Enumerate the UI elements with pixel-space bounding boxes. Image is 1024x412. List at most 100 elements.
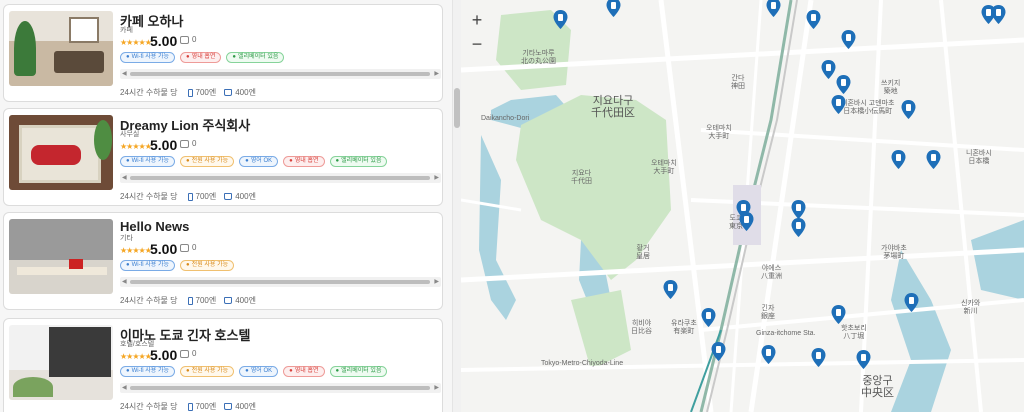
location-pin-icon[interactable]	[711, 342, 726, 361]
wifi-icon: ●	[126, 158, 130, 164]
storage-hours: 24시간 수하물 당	[120, 192, 178, 201]
location-pin-icon[interactable]	[831, 305, 846, 324]
elevator-icon: ●	[335, 158, 340, 164]
comment-icon	[180, 350, 189, 358]
smoking-icon: ●	[289, 158, 293, 164]
power-icon: ●	[186, 368, 190, 374]
map-label: Ginza-itchome Sta.	[756, 330, 816, 337]
listing-category: 사무실	[120, 131, 140, 138]
scroll-right-icon[interactable]: ▶	[434, 278, 439, 285]
comment-icon	[180, 140, 189, 148]
location-pin-icon[interactable]	[663, 280, 678, 299]
scroll-right-icon[interactable]: ▶	[434, 174, 439, 181]
map-view[interactable]: + − 지요다구 千代田区 지요다 千代田 중앙구 中央区 황거 皇居 간다 神田 오테마…	[461, 0, 1024, 412]
location-pin-icon[interactable]	[553, 10, 568, 29]
price-small: 700엔	[195, 402, 217, 411]
tags-scrollbar[interactable]: ◀ ▶	[120, 383, 441, 393]
tags-scroll-thumb[interactable]	[130, 386, 430, 390]
amenity-tag: ● 엘리베이터 있음	[329, 366, 388, 377]
location-pin-icon[interactable]	[811, 348, 826, 367]
scroll-left-icon[interactable]: ◀	[122, 70, 127, 77]
location-pin-icon[interactable]	[904, 293, 919, 312]
amenity-tag-label: 전원 사용 가능	[191, 158, 229, 164]
smoking-icon: ●	[186, 54, 190, 60]
large-bag-icon	[224, 403, 233, 410]
location-pin-icon[interactable]	[821, 60, 836, 79]
rating-score: 5.00	[150, 33, 178, 49]
location-pin-icon[interactable]	[761, 345, 776, 364]
listing-photo[interactable]	[9, 115, 113, 190]
location-pin-icon[interactable]	[606, 0, 621, 17]
rating-stars: ★★★★★	[120, 142, 152, 151]
location-pin-icon[interactable]	[701, 308, 716, 327]
amenity-tag: ● 엘리베이터 있음	[329, 156, 388, 167]
location-pin-icon[interactable]	[891, 150, 906, 169]
amenity-tag-label: Wi-fi 사용 가능	[131, 262, 170, 268]
listing-category: 기타	[120, 235, 133, 242]
tags-scrollbar[interactable]: ◀ ▶	[120, 173, 441, 183]
amenity-tag: ● 영내 흡연	[180, 52, 222, 63]
listing-title[interactable]: Hello News	[120, 219, 189, 234]
scroll-left-icon[interactable]: ◀	[122, 174, 127, 181]
location-pin-icon[interactable]	[791, 218, 806, 237]
location-pin-icon[interactable]	[841, 30, 856, 49]
listing-card[interactable]: Hello News 기타 ★★★★★ 5.00 0 ● Wi-fi 사용 가능 ●…	[3, 212, 443, 310]
scroll-left-icon[interactable]: ◀	[122, 384, 127, 391]
chat-icon: ●	[245, 158, 249, 164]
map-label: 신카와 新川	[961, 300, 981, 315]
location-pin-icon[interactable]	[766, 0, 781, 17]
location-pin-icon[interactable]	[791, 200, 806, 219]
scroll-right-icon[interactable]: ▶	[434, 70, 439, 77]
location-pin-icon[interactable]	[831, 95, 846, 114]
location-pin-icon[interactable]	[836, 75, 851, 94]
location-pin-icon[interactable]	[739, 212, 754, 231]
tags-scroll-thumb[interactable]	[130, 176, 430, 180]
location-pin-icon[interactable]	[901, 100, 916, 119]
listing-card[interactable]: Dreamy Lion 주식회사 사무실 ★★★★★ 5.00 0 ● Wi-fi…	[3, 108, 443, 206]
listing-card[interactable]: 카페 오하나 카페 ★★★★★ 5.00 0 ● Wi-fi 사용 가능 ● 영내 흡…	[3, 4, 443, 102]
listing-photo[interactable]	[9, 219, 113, 294]
price-large: 400엔	[235, 192, 256, 201]
amenity-tag: ● Wi-fi 사용 가능	[120, 156, 176, 167]
amenity-tag-label: Wi-fi 사용 가능	[131, 368, 170, 374]
map-label: 중앙구 中央区	[861, 375, 894, 399]
amenity-tag: ● Wi-fi 사용 가능	[120, 52, 176, 63]
listing-photo[interactable]	[9, 325, 113, 400]
location-pin-icon[interactable]	[856, 350, 871, 369]
amenity-tag-label: 전원 사용 가능	[191, 368, 229, 374]
comment-count: 0	[192, 35, 197, 44]
amenity-tag-label: Wi-fi 사용 가능	[131, 158, 170, 164]
amenity-tags: ● Wi-fi 사용 가능 ● 전원 사용 가능	[120, 260, 235, 271]
small-bag-icon	[187, 402, 193, 411]
amenity-tag-label: 엘리베이터 있음	[341, 158, 382, 164]
large-bag-icon	[224, 193, 233, 200]
location-pin-icon[interactable]	[991, 5, 1006, 24]
map-label: 오테마치 大手町	[706, 125, 732, 140]
listing-category: 카페	[120, 27, 133, 34]
map-label: 가야바초 茅場町	[881, 245, 907, 260]
tags-scrollbar[interactable]: ◀ ▶	[120, 69, 441, 79]
tags-scroll-thumb[interactable]	[130, 280, 430, 284]
scroll-right-icon[interactable]: ▶	[434, 384, 439, 391]
zoom-out-button[interactable]: −	[465, 32, 489, 56]
tags-scroll-thumb[interactable]	[130, 72, 430, 76]
price-small: 700엔	[195, 192, 217, 201]
location-pin-icon[interactable]	[806, 10, 821, 29]
scroll-left-icon[interactable]: ◀	[122, 278, 127, 285]
comment-count: 0	[192, 243, 197, 252]
list-scrollbar[interactable]	[452, 0, 461, 412]
map-label: 지요다구 千代田区	[591, 95, 635, 119]
listing-title[interactable]: Dreamy Lion 주식회사	[120, 115, 250, 134]
elevator-icon: ●	[232, 54, 237, 60]
amenity-tag: ● 전원 사용 가능	[180, 260, 235, 271]
map-label: 오테마치 大手町	[651, 160, 677, 175]
map-label: 쓰키지 築地	[881, 80, 901, 95]
listing-photo[interactable]	[9, 11, 113, 86]
zoom-in-button[interactable]: +	[465, 8, 489, 32]
tags-scrollbar[interactable]: ◀ ▶	[120, 277, 441, 287]
scrollbar-thumb[interactable]	[454, 88, 460, 128]
listing-card[interactable]: 이마노 도쿄 긴자 호스텔 호텔/호스텔 ★★★★★ 5.00 0 ● Wi-fi…	[3, 318, 443, 412]
location-pin-icon[interactable]	[926, 150, 941, 169]
amenity-tag-label: 영내 흡연	[294, 158, 319, 164]
map-label: 야에스 八重洲	[761, 265, 782, 280]
